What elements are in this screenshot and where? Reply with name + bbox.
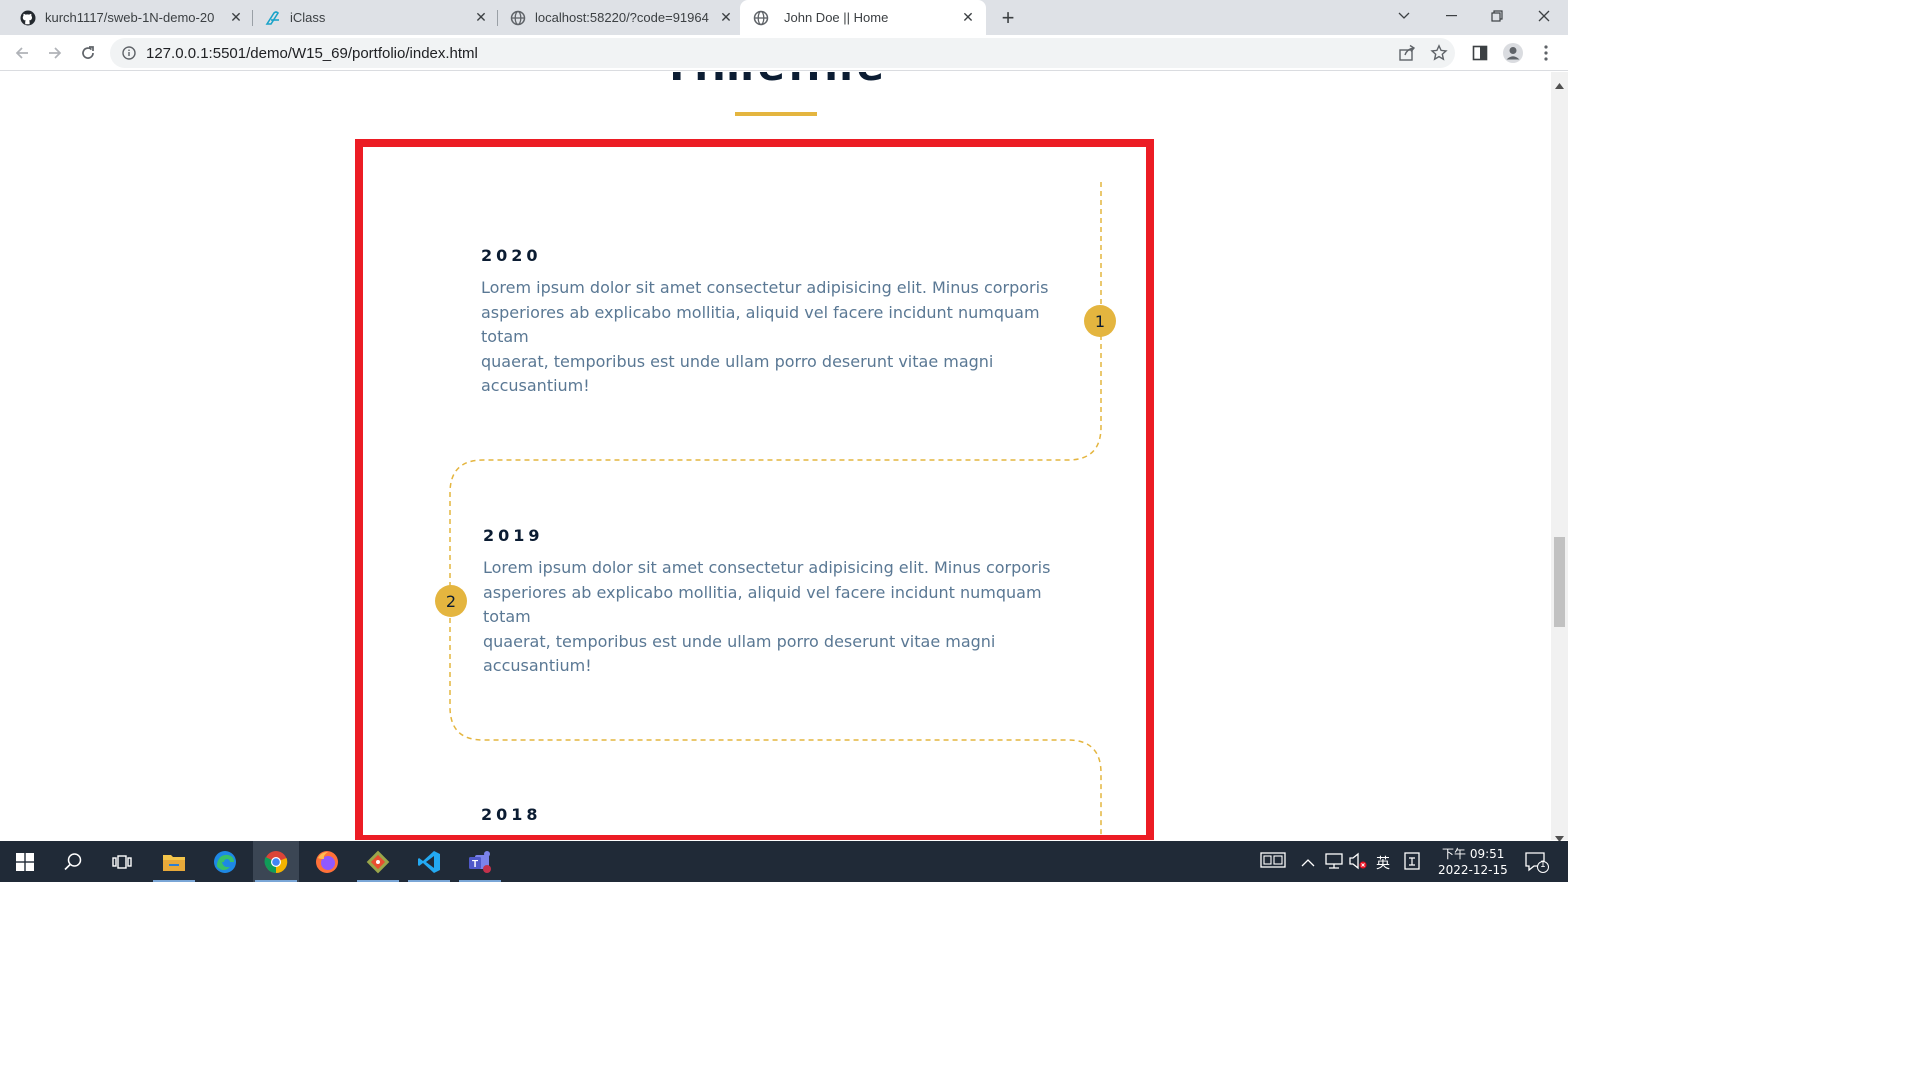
github-icon — [20, 10, 36, 26]
network-icon[interactable] — [1324, 852, 1344, 875]
timeline-year: 2018 — [481, 805, 542, 824]
page-viewport: Timeline 2020 Lorem ipsum dolor sit amet… — [0, 72, 1551, 840]
tab-title: John Doe || Home — [784, 10, 889, 25]
browser-tab-strip: kurch1117/sweb-1N-demo-20 ✕ iClass ✕ loc… — [0, 0, 1568, 35]
highlight-frame — [355, 139, 1154, 840]
url-text: 127.0.0.1:5501/demo/W15_69/portfolio/ind… — [146, 44, 478, 62]
new-tab-button[interactable]: + — [995, 5, 1021, 31]
forward-icon[interactable] — [41, 39, 69, 67]
windows-start-icon[interactable] — [2, 841, 48, 882]
description-line: quaerat, temporibus est unde ullam porro… — [483, 631, 996, 651]
timeline-year: 2019 — [483, 526, 544, 545]
page-scrollbar[interactable] — [1551, 72, 1568, 842]
task-view-icon[interactable] — [99, 841, 145, 882]
close-tab-icon[interactable]: ✕ — [226, 8, 246, 28]
vscode-icon[interactable] — [406, 841, 452, 882]
browser-menu-icon[interactable] — [1534, 41, 1558, 65]
chrome-icon[interactable] — [253, 841, 299, 882]
bookmark-star-icon[interactable] — [1427, 41, 1451, 65]
file-explorer-icon[interactable] — [151, 841, 197, 882]
site-info-icon[interactable] — [122, 46, 136, 60]
tab-search-icon[interactable] — [1381, 0, 1427, 32]
tab-title: iClass — [290, 10, 326, 25]
profile-avatar-icon[interactable] — [1501, 41, 1525, 65]
description-line: quaerat, temporibus est unde ullam porro… — [481, 351, 994, 371]
close-tab-icon[interactable]: ✕ — [471, 8, 491, 28]
scrollbar-thumb[interactable] — [1554, 537, 1565, 627]
firefox-icon[interactable] — [304, 841, 350, 882]
description-line: asperiores ab explicabo mollitia, aliqui… — [481, 302, 1040, 347]
tab-localhost[interactable]: localhost:58220/?code=91964 ✕ — [490, 0, 742, 35]
description-line: Lorem ipsum dolor sit amet consectetur a… — [481, 278, 1049, 297]
timeline-number-badge: 1 — [1084, 305, 1116, 337]
iclass-icon — [265, 10, 281, 26]
description-line: accusantium! — [481, 376, 590, 395]
search-icon[interactable] — [50, 841, 96, 882]
close-tab-icon[interactable]: ✕ — [958, 8, 978, 28]
browser-toolbar: 127.0.0.1:5501/demo/W15_69/portfolio/ind… — [0, 35, 1568, 71]
timeline-number-badge: 2 — [435, 585, 467, 617]
notification-count: 1 — [1540, 860, 1546, 870]
reload-icon[interactable] — [74, 39, 102, 67]
notification-center-icon[interactable]: 1 — [1524, 851, 1550, 878]
scroll-up-arrow-icon[interactable] — [1555, 76, 1564, 94]
minimize-icon[interactable] — [1428, 0, 1474, 32]
windows-taskbar: T 英 下午 09:51 2022-12-15 1 — [0, 841, 1568, 882]
tab-title: localhost:58220/?code=91964 — [535, 10, 709, 25]
globe-icon — [510, 10, 526, 26]
ime-mode-icon[interactable] — [1404, 852, 1420, 875]
timeline-year: 2020 — [481, 246, 542, 265]
input-method-icon[interactable] — [1260, 851, 1286, 874]
close-tab-icon[interactable]: ✕ — [716, 8, 736, 28]
timeline-description: Lorem ipsum dolor sit amet consectetur a… — [483, 556, 1073, 679]
address-bar[interactable]: 127.0.0.1:5501/demo/W15_69/portfolio/ind… — [110, 38, 1455, 68]
tray-overflow-chevron-icon[interactable] — [1301, 854, 1315, 872]
teams-icon[interactable]: T — [457, 841, 503, 882]
description-line: accusantium! — [483, 656, 592, 675]
edge-icon[interactable] — [202, 841, 248, 882]
ime-language-indicator[interactable]: 英 — [1376, 853, 1390, 873]
share-icon[interactable] — [1395, 41, 1419, 65]
clock-time[interactable]: 下午 09:51 — [1442, 845, 1504, 862]
svg-text:T: T — [472, 859, 478, 870]
volume-muted-icon[interactable] — [1348, 852, 1368, 875]
description-line: asperiores ab explicabo mollitia, aliqui… — [483, 582, 1042, 627]
tab-john-doe-home[interactable]: John Doe || Home ✕ — [740, 0, 986, 35]
side-panel-icon[interactable] — [1468, 41, 1492, 65]
git-icon[interactable] — [355, 841, 401, 882]
close-window-icon[interactable] — [1521, 0, 1567, 32]
globe-icon — [753, 10, 769, 26]
tab-github[interactable]: kurch1117/sweb-1N-demo-20 ✕ — [0, 0, 252, 35]
clock-date[interactable]: 2022-12-15 — [1438, 863, 1508, 877]
timeline-description: Lorem ipsum dolor sit amet consectetur a… — [481, 276, 1071, 399]
description-line: Lorem ipsum dolor sit amet consectetur a… — [483, 558, 1051, 577]
back-icon[interactable] — [8, 39, 36, 67]
tab-iclass[interactable]: iClass ✕ — [245, 0, 497, 35]
tab-title: kurch1117/sweb-1N-demo-20 — [45, 10, 215, 25]
restore-icon[interactable] — [1474, 0, 1520, 32]
